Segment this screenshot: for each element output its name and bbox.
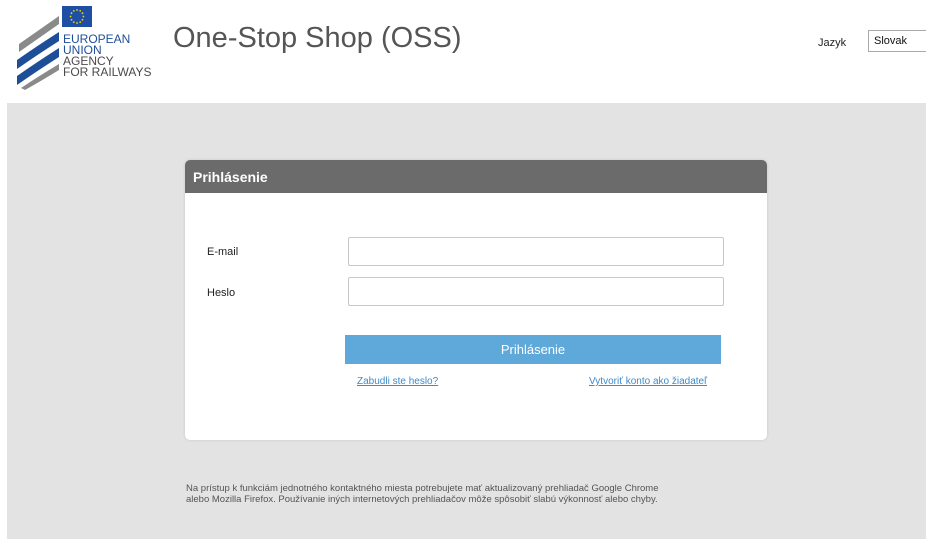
browser-notice-line-1: Na prístup k funkciám jednotného kontakt… — [186, 483, 659, 494]
register-applicant-link[interactable]: Vytvoriť konto ako žiadateľ — [589, 376, 707, 387]
email-field[interactable] — [348, 237, 724, 266]
browser-notice: Na prístup k funkciám jednotného kontakt… — [186, 483, 786, 505]
password-field[interactable] — [348, 277, 724, 306]
language-select[interactable]: Slovak — [868, 30, 926, 52]
login-card-title: Prihlásenie — [185, 160, 767, 193]
logo-stripes-icon — [17, 16, 59, 90]
main-content: Prihlásenie E-mail Heslo Prihlásenie Zab… — [7, 103, 926, 539]
agency-logo[interactable]: EUROPEAN UNION AGENCY FOR RAILWAYS — [15, 6, 155, 90]
logo-line-4: FOR RAILWAYS — [63, 65, 152, 79]
forgot-password-link[interactable]: Zabudli ste heslo? — [357, 376, 438, 387]
login-card: Prihlásenie E-mail Heslo Prihlásenie Zab… — [185, 160, 767, 440]
language-label: Jazyk — [818, 37, 847, 49]
eu-flag-icon — [62, 6, 92, 27]
login-button[interactable]: Prihlásenie — [345, 335, 721, 364]
email-label: E-mail — [207, 246, 239, 258]
app-title: One-Stop Shop (OSS) — [173, 22, 462, 54]
password-label: Heslo — [207, 287, 236, 299]
browser-notice-line-2: alebo Mozilla Firefox. Používanie iných … — [186, 494, 658, 505]
page-header: EUROPEAN UNION AGENCY FOR RAILWAYS One-S… — [0, 0, 926, 103]
logo-text: EUROPEAN UNION AGENCY FOR RAILWAYS — [63, 33, 152, 79]
